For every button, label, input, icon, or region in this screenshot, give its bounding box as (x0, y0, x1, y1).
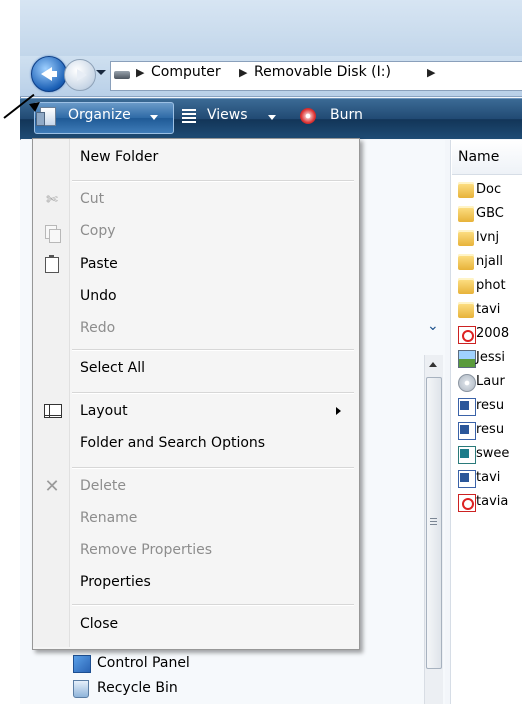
menu-item-undo[interactable]: Undo (80, 288, 117, 304)
file-name: 2008 (476, 326, 510, 341)
pdf-icon (458, 494, 476, 512)
menu-item-layout[interactable]: Layout (80, 403, 128, 419)
breadcrumb-separator-icon[interactable]: ▶ (427, 66, 435, 79)
file-name: GBC (476, 206, 504, 221)
delete-icon: ✕ (44, 476, 60, 497)
menu-item-redo[interactable]: Redo (80, 320, 115, 336)
file-name: tavi (476, 302, 501, 317)
cut-icon: ✄ (46, 192, 58, 208)
scrollbar-thumb[interactable] (426, 377, 442, 669)
paste-icon (45, 255, 59, 273)
file-name: Jessi (476, 350, 505, 365)
breadcrumb-separator-icon[interactable]: ▶ (136, 66, 144, 79)
collapse-chevron-down-icon[interactable]: ⌄ (427, 318, 439, 334)
folder-icon (458, 206, 474, 222)
word-doc-icon (458, 398, 476, 416)
control-panel-icon (73, 655, 91, 673)
menu-separator (72, 467, 354, 469)
file-list-item[interactable]: lvnj (458, 228, 522, 250)
menu-item-rename[interactable]: Rename (80, 510, 137, 526)
nav-item-control-panel[interactable]: Control Panel (97, 655, 190, 671)
menu-item-remove-properties[interactable]: Remove Properties (80, 542, 212, 558)
folder-icon (458, 230, 474, 246)
file-name: resu (476, 398, 505, 413)
back-button[interactable] (31, 56, 67, 92)
menu-separator (72, 180, 354, 182)
nav-item-recycle-bin[interactable]: Recycle Bin (97, 680, 178, 696)
menu-item-close[interactable]: Close (80, 616, 118, 632)
menu-icon-gutter (33, 139, 70, 647)
file-name: njall (476, 254, 504, 269)
word-doc-icon (458, 470, 476, 488)
file-list-item[interactable]: swee (458, 444, 522, 466)
publisher-icon (458, 446, 476, 464)
file-name: lvnj (476, 230, 500, 245)
scroll-up-arrow-icon[interactable] (429, 362, 437, 367)
file-list-item[interactable]: njall (458, 252, 522, 274)
layout-icon (44, 404, 62, 418)
menu-separator (72, 604, 354, 606)
recycle-bin-icon (73, 680, 89, 698)
folder-icon (458, 254, 474, 270)
file-list-item[interactable]: tavia (458, 492, 522, 514)
menu-item-properties[interactable]: Properties (80, 574, 151, 590)
organize-label[interactable]: Organize (68, 107, 131, 123)
views-button[interactable]: Views (207, 107, 248, 123)
file-list-item[interactable]: Jessi (458, 348, 522, 370)
submenu-arrow-icon (336, 407, 341, 415)
folder-icon (458, 182, 474, 198)
file-list-item[interactable]: resu (458, 420, 522, 442)
file-list-item[interactable]: tavi (458, 300, 522, 322)
menu-item-new-folder[interactable]: New Folder (80, 149, 158, 165)
copy-icon (45, 225, 61, 243)
breadcrumb-separator-icon[interactable]: ▶ (239, 66, 247, 79)
menu-item-cut[interactable]: Cut (80, 191, 104, 207)
folder-icon (458, 302, 474, 318)
menu-item-copy[interactable]: Copy (80, 223, 116, 239)
file-name: Laur (476, 374, 505, 389)
name-column-header[interactable]: Name (452, 140, 522, 175)
drive-icon (114, 71, 130, 79)
file-list-item[interactable]: resu (458, 396, 522, 418)
image-icon (458, 350, 476, 368)
file-list-item[interactable]: GBC (458, 204, 522, 226)
organize-icon (36, 107, 56, 126)
menu-separator (72, 349, 354, 351)
burn-button[interactable]: Burn (330, 107, 363, 123)
breadcrumb-computer[interactable]: Computer (151, 64, 221, 80)
file-list-item[interactable]: Laur (458, 372, 522, 394)
title-bar (20, 0, 522, 56)
file-list-item[interactable]: 2008 (458, 324, 522, 346)
folder-icon (458, 278, 474, 294)
menu-item-folder-options[interactable]: Folder and Search Options (80, 435, 265, 451)
file-list-item[interactable]: phot (458, 276, 522, 298)
explorer-screenshot: ▶ Computer ▶ Removable Disk (I:) ▶ Organ… (0, 0, 522, 704)
file-name: phot (476, 278, 506, 293)
name-column-label: Name (458, 149, 500, 165)
file-list-item[interactable]: Doc (458, 180, 522, 202)
file-name: swee (476, 446, 510, 461)
menu-separator (72, 392, 354, 394)
disc-icon (458, 374, 476, 392)
file-name: Doc (476, 182, 502, 197)
recent-pages-dropdown[interactable] (96, 70, 106, 75)
views-icon (182, 109, 196, 123)
file-list-item[interactable]: tavi (458, 468, 522, 490)
forward-button[interactable] (64, 59, 96, 91)
file-name: tavi (476, 470, 501, 485)
file-name: tavia (476, 494, 509, 509)
menu-item-delete[interactable]: Delete (80, 478, 126, 494)
menu-item-paste[interactable]: Paste (80, 256, 118, 272)
word-doc-icon (458, 422, 476, 440)
breadcrumb-removable-disk[interactable]: Removable Disk (I:) (254, 64, 391, 80)
menu-item-select-all[interactable]: Select All (80, 360, 145, 376)
burn-icon (300, 108, 316, 124)
pdf-icon (458, 326, 476, 344)
file-name: resu (476, 422, 505, 437)
views-chevron-down-icon[interactable] (268, 115, 276, 120)
organize-chevron-down-icon[interactable] (150, 115, 158, 120)
